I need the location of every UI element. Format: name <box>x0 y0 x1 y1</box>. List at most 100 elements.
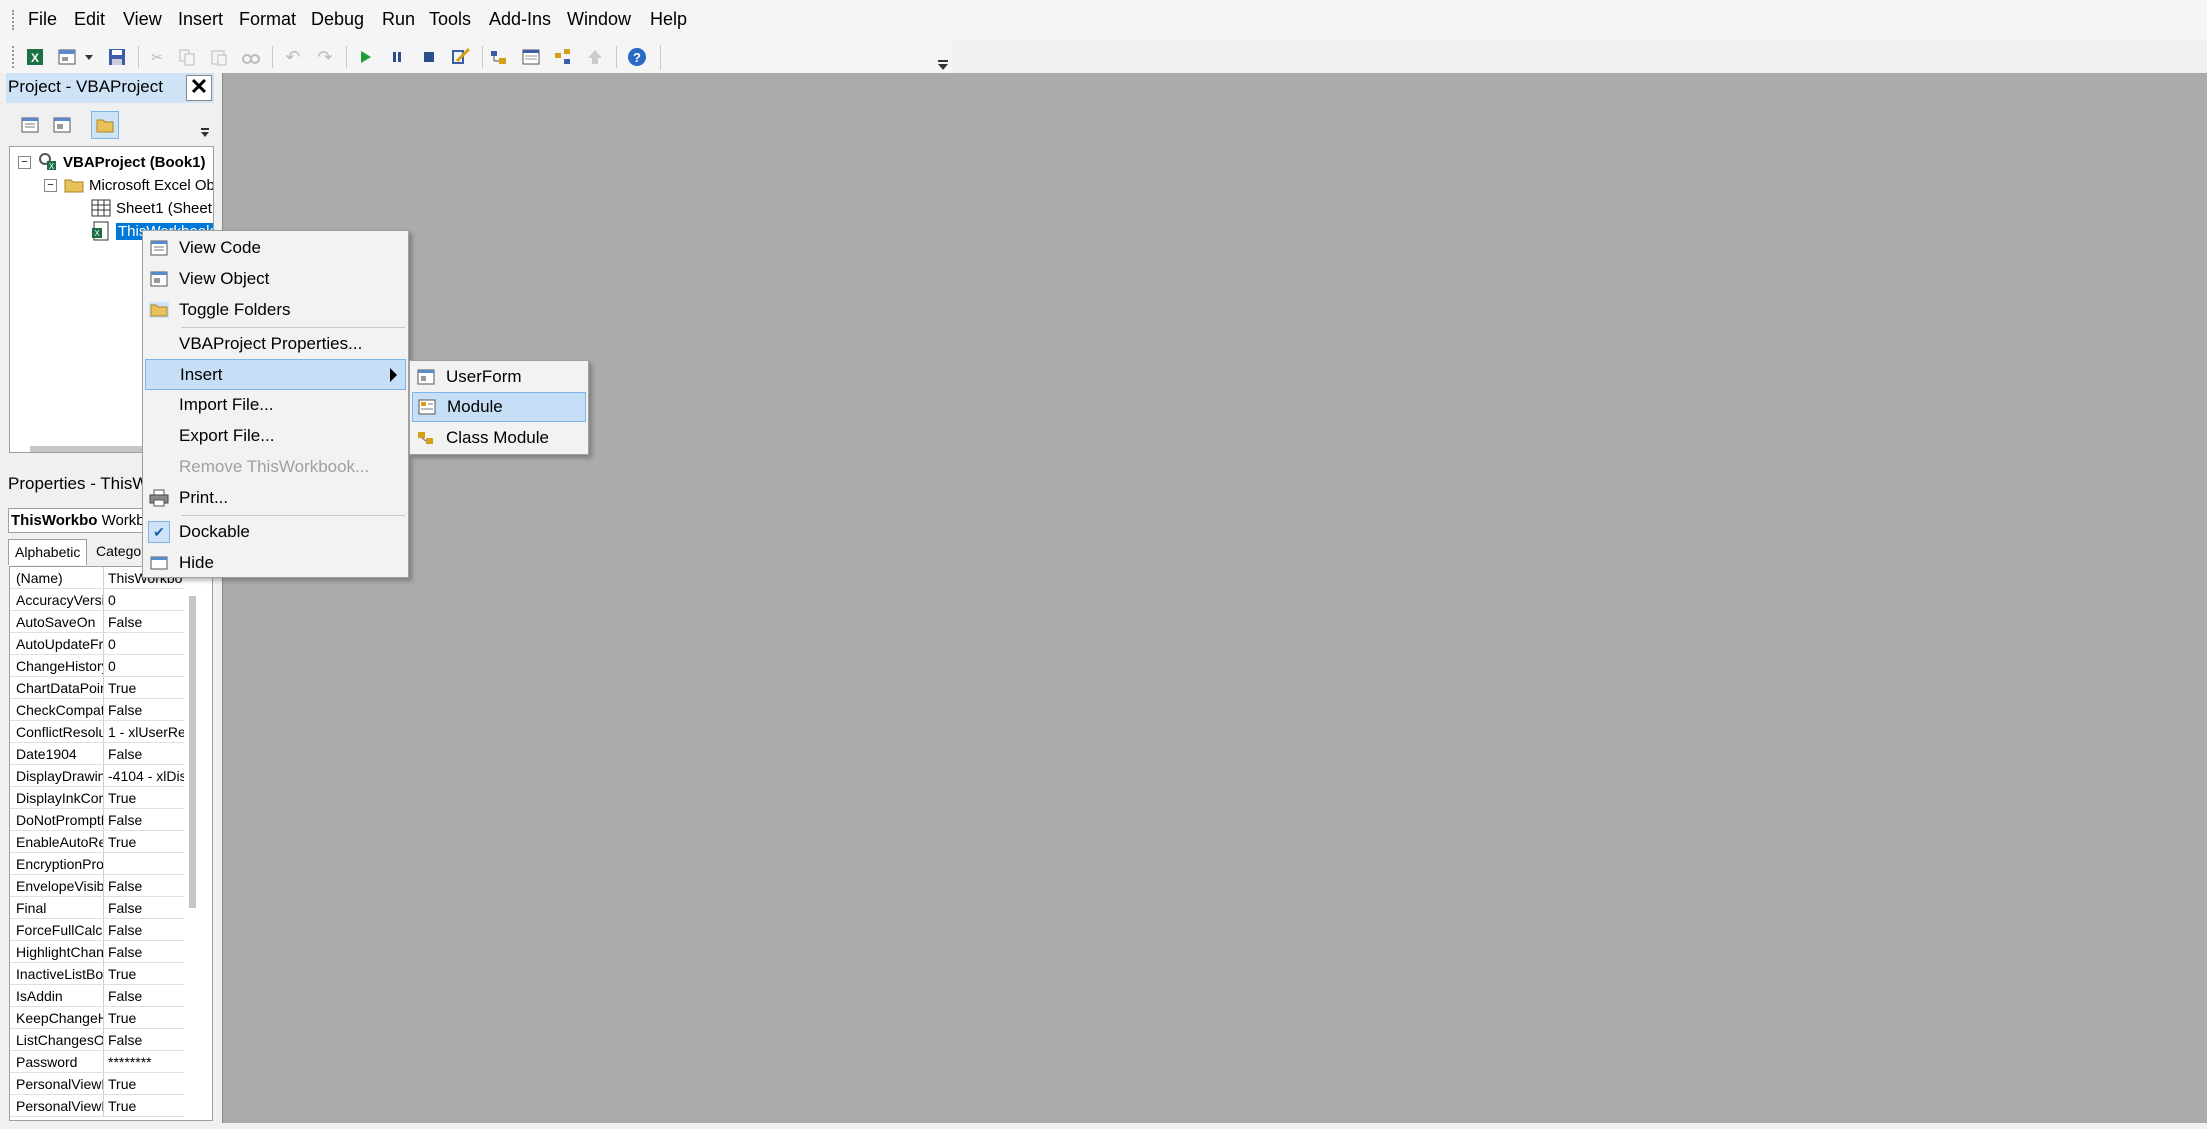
property-row[interactable]: PersonalViewPrintSettingsTrue <box>10 1095 184 1117</box>
menu-item-view-object[interactable]: View Object <box>145 264 406 294</box>
toolbox-icon[interactable] <box>584 46 606 68</box>
property-row[interactable]: ForceFullCalculationFalse <box>10 919 184 941</box>
property-row[interactable]: ListChangesOnNewSheetFalse <box>10 1029 184 1051</box>
view-code-icon[interactable] <box>16 111 44 139</box>
collapse-icon[interactable]: − <box>18 155 31 169</box>
menu-run[interactable]: Run <box>382 9 415 30</box>
break-icon[interactable] <box>386 46 408 68</box>
property-value[interactable]: 0 <box>104 633 184 654</box>
submenu-item-userform[interactable]: UserForm <box>412 362 586 392</box>
property-value[interactable]: -4104 - xlDisplayShapes <box>104 765 184 786</box>
property-row[interactable]: Date1904 False <box>10 743 184 765</box>
menu-debug[interactable]: Debug <box>311 9 364 30</box>
menu-item-hide[interactable]: Hide <box>145 548 406 578</box>
property-row[interactable]: AccuracyVersion0 <box>10 589 184 611</box>
property-row[interactable]: EnvelopeVisibleFalse <box>10 875 184 897</box>
save-icon[interactable] <box>106 46 128 68</box>
scroll-down-icon[interactable] <box>198 125 212 143</box>
view-object-icon[interactable] <box>48 111 76 139</box>
menu-item-vbaproject-properties[interactable]: VBAProject Properties... <box>145 329 406 359</box>
property-row[interactable]: DisplayDrawingObjects-4104 - xlDisplaySh… <box>10 765 184 787</box>
collapse-icon[interactable]: − <box>44 178 57 192</box>
property-value[interactable]: False <box>104 919 184 940</box>
menu-insert[interactable]: Insert <box>178 9 223 30</box>
paste-icon[interactable] <box>208 46 230 68</box>
properties-window-icon[interactable] <box>520 46 542 68</box>
tree-node-vbaproject[interactable]: − X VBAProject (Book1) <box>18 152 206 172</box>
menu-item-export-file[interactable]: Export File... <box>145 421 406 451</box>
property-value[interactable]: False <box>104 875 184 896</box>
menu-item-insert[interactable]: Insert <box>145 359 406 390</box>
menu-window[interactable]: Window <box>567 9 631 30</box>
menu-item-print[interactable]: Print... <box>145 483 406 513</box>
menu-view[interactable]: View <box>123 9 162 30</box>
menu-bar-grip[interactable] <box>12 10 15 30</box>
vertical-scrollbar[interactable] <box>189 596 196 908</box>
property-value[interactable]: True <box>104 787 184 808</box>
property-row[interactable]: EncryptionProvider <box>10 853 184 875</box>
property-value[interactable]: True <box>104 677 184 698</box>
property-row[interactable]: DisplayInkCommentsTrue <box>10 787 184 809</box>
property-row[interactable]: Password ******** <box>10 1051 184 1073</box>
toolbar-grip[interactable] <box>12 46 15 68</box>
property-row[interactable]: CheckCompatibilityFalse <box>10 699 184 721</box>
property-value[interactable]: True <box>104 1073 184 1094</box>
property-row[interactable]: DoNotPromptForConvertFalse <box>10 809 184 831</box>
code-workspace[interactable] <box>222 73 2207 1123</box>
property-value[interactable] <box>104 853 184 874</box>
menu-item-import-file[interactable]: Import File... <box>145 390 406 420</box>
menu-edit[interactable]: Edit <box>74 9 105 30</box>
property-value[interactable]: ******** <box>104 1051 184 1072</box>
reset-icon[interactable] <box>418 46 440 68</box>
menu-add-ins[interactable]: Add-Ins <box>489 9 551 30</box>
horizontal-scrollbar[interactable] <box>30 446 150 452</box>
property-row[interactable]: ConflictResolution1 - xlUserResolution <box>10 721 184 743</box>
property-row[interactable]: ChangeHistoryDuration0 <box>10 655 184 677</box>
tree-node-excel-objects[interactable]: − Microsoft Excel Objects <box>44 175 213 195</box>
toolbar-overflow-icon[interactable] <box>934 44 952 72</box>
menu-help[interactable]: Help <box>650 9 687 30</box>
property-value[interactable]: False <box>104 809 184 830</box>
help-icon[interactable]: ? <box>626 46 648 68</box>
property-value[interactable]: False <box>104 743 184 764</box>
project-explorer-icon[interactable] <box>488 46 510 68</box>
property-value[interactable]: 0 <box>104 589 184 610</box>
dropdown-arrow-icon[interactable] <box>82 46 96 68</box>
tab-alphabetic[interactable]: Alphabetic <box>8 539 88 565</box>
toggle-folders-icon[interactable] <box>91 111 119 139</box>
project-explorer-titlebar[interactable]: Project - VBAProject ✕ <box>6 73 214 103</box>
design-mode-icon[interactable] <box>450 46 472 68</box>
property-value[interactable]: False <box>104 611 184 632</box>
property-row[interactable]: KeepChangeHistoryTrue <box>10 1007 184 1029</box>
property-value[interactable]: True <box>104 963 184 984</box>
property-value[interactable]: 1 - xlUserResolution <box>104 721 184 742</box>
run-icon[interactable] <box>354 46 376 68</box>
insert-userform-icon[interactable] <box>56 46 78 68</box>
property-value[interactable]: True <box>104 831 184 852</box>
menu-format[interactable]: Format <box>239 9 296 30</box>
excel-icon[interactable]: X <box>24 46 46 68</box>
undo-icon[interactable]: ↶ <box>282 46 304 68</box>
redo-icon[interactable]: ↷ <box>314 46 336 68</box>
property-row[interactable]: AutoUpdateFrequency0 <box>10 633 184 655</box>
menu-item-dockable[interactable]: ✔ Dockable <box>145 517 406 547</box>
property-row[interactable]: InactiveListBorderVisibleTrue <box>10 963 184 985</box>
submenu-item-class-module[interactable]: Class Module <box>412 423 586 453</box>
property-row[interactable]: Final False <box>10 897 184 919</box>
property-value[interactable]: False <box>104 1029 184 1050</box>
property-value[interactable]: True <box>104 1095 184 1116</box>
menu-item-toggle-folders[interactable]: Toggle Folders <box>145 295 406 325</box>
menu-file[interactable]: File <box>28 9 57 30</box>
property-value[interactable]: 0 <box>104 655 184 676</box>
object-browser-icon[interactable] <box>552 46 574 68</box>
property-row[interactable]: EnableAutoRecoverTrue <box>10 831 184 853</box>
property-value[interactable]: False <box>104 941 184 962</box>
property-value[interactable]: False <box>104 985 184 1006</box>
find-icon[interactable] <box>240 46 262 68</box>
property-value[interactable]: False <box>104 699 184 720</box>
property-row[interactable]: PersonalViewListSettingsTrue <box>10 1073 184 1095</box>
property-row[interactable]: HighlightChangesOnScreenFalse <box>10 941 184 963</box>
menu-item-view-code[interactable]: View Code <box>145 233 406 263</box>
copy-icon[interactable] <box>176 46 198 68</box>
property-row[interactable]: AutoSaveOn False <box>10 611 184 633</box>
